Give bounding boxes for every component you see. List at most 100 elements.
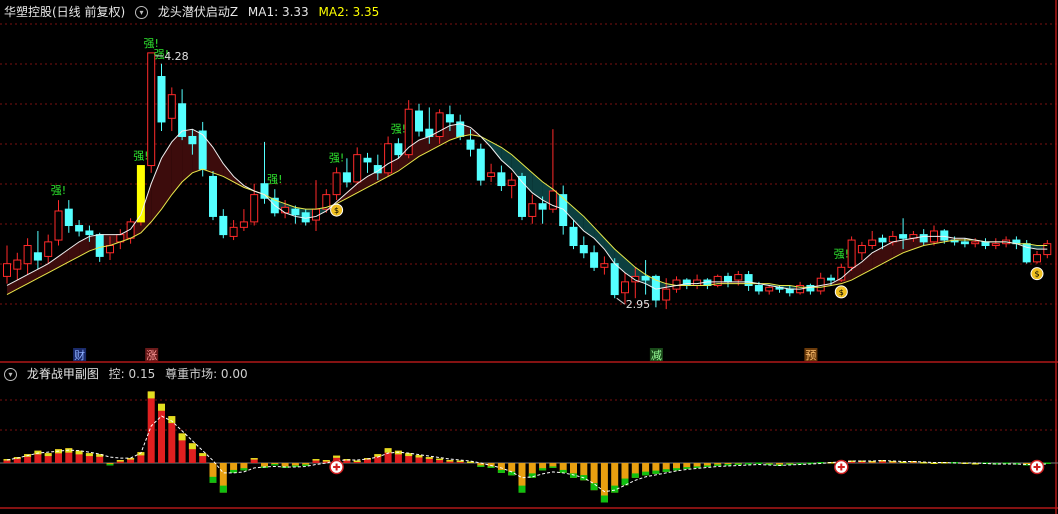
candle[interactable]	[497, 165, 506, 191]
candle-body	[610, 263, 619, 296]
candle[interactable]	[528, 194, 537, 224]
candle[interactable]	[384, 136, 393, 177]
event-marker[interactable]: 涨	[145, 348, 159, 362]
strong-label: 强!	[267, 173, 282, 186]
candle-body	[85, 230, 94, 236]
candle[interactable]	[847, 236, 856, 271]
candle[interactable]	[991, 238, 1000, 250]
candle[interactable]	[507, 172, 516, 199]
candle[interactable]	[239, 209, 248, 231]
indicator-bar	[271, 463, 279, 466]
candle[interactable]	[136, 165, 145, 226]
candle-body	[23, 245, 32, 265]
candle[interactable]	[353, 147, 362, 184]
candle-body	[981, 241, 990, 247]
candle[interactable]	[75, 220, 84, 237]
candle[interactable]	[3, 245, 11, 284]
candle[interactable]	[44, 234, 53, 264]
candle[interactable]	[518, 172, 526, 221]
candle-body	[466, 139, 475, 150]
candle-body	[765, 286, 774, 292]
candle-body	[54, 210, 63, 241]
candle[interactable]	[579, 236, 588, 259]
candle[interactable]	[147, 52, 156, 173]
candle[interactable]	[981, 238, 990, 250]
candle[interactable]	[54, 200, 63, 246]
candle[interactable]	[487, 163, 496, 182]
candle[interactable]	[590, 245, 599, 271]
candle-body	[991, 243, 1000, 247]
event-marker[interactable]: 财	[73, 348, 87, 362]
candle[interactable]	[167, 87, 176, 132]
candle[interactable]	[1033, 250, 1041, 264]
candle-body	[3, 263, 11, 277]
candle[interactable]	[724, 272, 732, 288]
candle[interactable]	[219, 209, 228, 239]
indicator-bar	[539, 463, 547, 471]
svg-text:$: $	[1034, 270, 1039, 279]
candle-body	[445, 114, 454, 123]
candle[interactable]	[342, 158, 351, 188]
indicator-toggle-icon[interactable]: ▾	[135, 6, 149, 19]
indicator-bar	[34, 450, 42, 463]
indicator-bar	[178, 433, 186, 463]
candle[interactable]	[744, 270, 753, 291]
indicator-bar	[188, 443, 196, 463]
indicator-bar	[549, 463, 557, 468]
candle[interactable]	[332, 167, 341, 201]
svg-text:2.95: 2.95	[626, 298, 651, 311]
indicator-bar	[384, 448, 392, 463]
candle[interactable]	[816, 272, 825, 295]
candle[interactable]	[415, 103, 423, 137]
candle[interactable]	[641, 260, 650, 295]
event-marker[interactable]: 减	[649, 348, 663, 362]
sub-indicator-name[interactable]: 龙脊战甲副图	[27, 367, 99, 381]
indicator-name[interactable]: 龙头潜伏启动Z	[158, 5, 238, 19]
event-marker[interactable]: 预	[804, 348, 818, 362]
indicator-bar	[621, 463, 629, 486]
candle-body	[95, 234, 104, 257]
candle[interactable]	[703, 278, 712, 290]
candle[interactable]	[198, 121, 207, 177]
indicator-bar	[219, 463, 227, 493]
candle[interactable]	[600, 256, 609, 275]
svg-text:$: $	[839, 288, 844, 297]
sub-indicator-toggle-icon[interactable]: ▾	[4, 368, 17, 381]
candle[interactable]	[178, 89, 187, 141]
indicator-bar	[312, 459, 320, 463]
candle[interactable]	[64, 200, 73, 233]
indicator-bar	[652, 463, 660, 474]
strong-label: 强!	[329, 151, 344, 164]
indicator-bar	[75, 450, 83, 463]
candle[interactable]	[476, 143, 485, 186]
candle[interactable]	[363, 152, 372, 173]
candle[interactable]	[868, 230, 877, 250]
candle[interactable]	[765, 285, 774, 295]
candle[interactable]	[857, 241, 866, 261]
candle-body	[342, 172, 351, 183]
moving-average-lines	[6, 123, 1048, 296]
candle[interactable]	[157, 63, 166, 132]
candle[interactable]	[13, 252, 22, 281]
candle[interactable]	[33, 230, 42, 270]
candle-body	[363, 157, 372, 163]
candle[interactable]	[209, 171, 217, 221]
svg-text:4.28: 4.28	[164, 50, 189, 63]
candle[interactable]	[312, 180, 320, 231]
candle-body	[899, 234, 908, 239]
candle[interactable]	[229, 220, 238, 241]
candle[interactable]	[806, 283, 815, 295]
candle[interactable]	[713, 274, 722, 288]
candle[interactable]	[559, 185, 568, 235]
candle[interactable]	[548, 129, 557, 213]
candle[interactable]	[693, 274, 702, 290]
stock-title[interactable]: 华塑控股(日线 前复权)	[4, 5, 125, 19]
candle[interactable]	[116, 229, 125, 250]
chart-canvas[interactable]: 强!强!强!强!强!强!强!强!$$$4.282.95财涨减预	[0, 0, 1058, 514]
indicator-bar	[405, 453, 413, 463]
candle-body	[476, 148, 485, 181]
svg-text:预: 预	[805, 349, 816, 362]
candle-body	[734, 274, 743, 281]
candle[interactable]	[23, 238, 32, 275]
candle-body	[507, 179, 516, 187]
